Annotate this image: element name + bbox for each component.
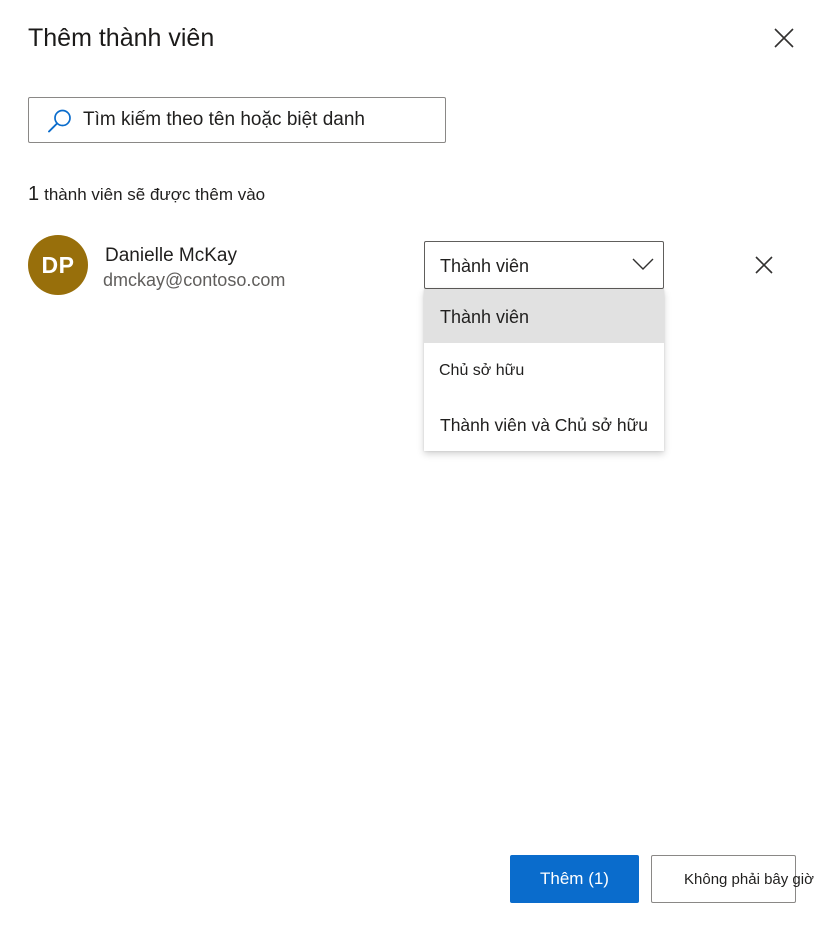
role-select[interactable]: Thành viên — [424, 241, 664, 289]
close-icon — [755, 256, 773, 274]
role-option-owner[interactable]: Chủ sở hữu — [424, 343, 664, 397]
search-box[interactable] — [28, 97, 446, 143]
members-count: 1 — [28, 183, 40, 205]
search-input[interactable] — [83, 98, 439, 142]
role-option-member-and-owner[interactable]: Thành viên và Chủ sở hữu — [424, 397, 664, 451]
member-email: dmckay@contoso.com — [103, 270, 286, 290]
role-option-label: Thành viên — [440, 307, 530, 327]
not-now-label: Không phải bây giờ — [684, 871, 814, 888]
role-option-member[interactable]: Thành viên — [424, 289, 664, 343]
role-option-label: Chủ sở hữu — [439, 362, 525, 379]
close-icon — [774, 28, 794, 48]
not-now-button[interactable]: Không phải bây giờ — [651, 855, 814, 903]
role-dropdown-menu: Thành viên Chủ sở hữu Thành viên và Chủ … — [424, 289, 664, 451]
chevron-down-icon — [632, 258, 654, 270]
members-count-text: 1 thành viên sẽ được thêm vào — [28, 182, 265, 207]
remove-member-button[interactable] — [750, 251, 778, 279]
close-dialog-button[interactable] — [766, 22, 802, 54]
members-count-label: thành viên sẽ được thêm vào — [44, 185, 266, 204]
member-name: Danielle McKay — [105, 245, 237, 266]
role-option-label: Thành viên và Chủ sở hữu — [440, 415, 649, 435]
add-button[interactable]: Thêm (1) — [510, 855, 639, 903]
role-select-value: Thành viên — [440, 256, 530, 276]
search-icon — [48, 109, 71, 133]
dialog-title: Thêm thành viên — [28, 24, 215, 52]
avatar-initials: DP — [41, 251, 75, 278]
avatar: DP — [28, 235, 88, 295]
